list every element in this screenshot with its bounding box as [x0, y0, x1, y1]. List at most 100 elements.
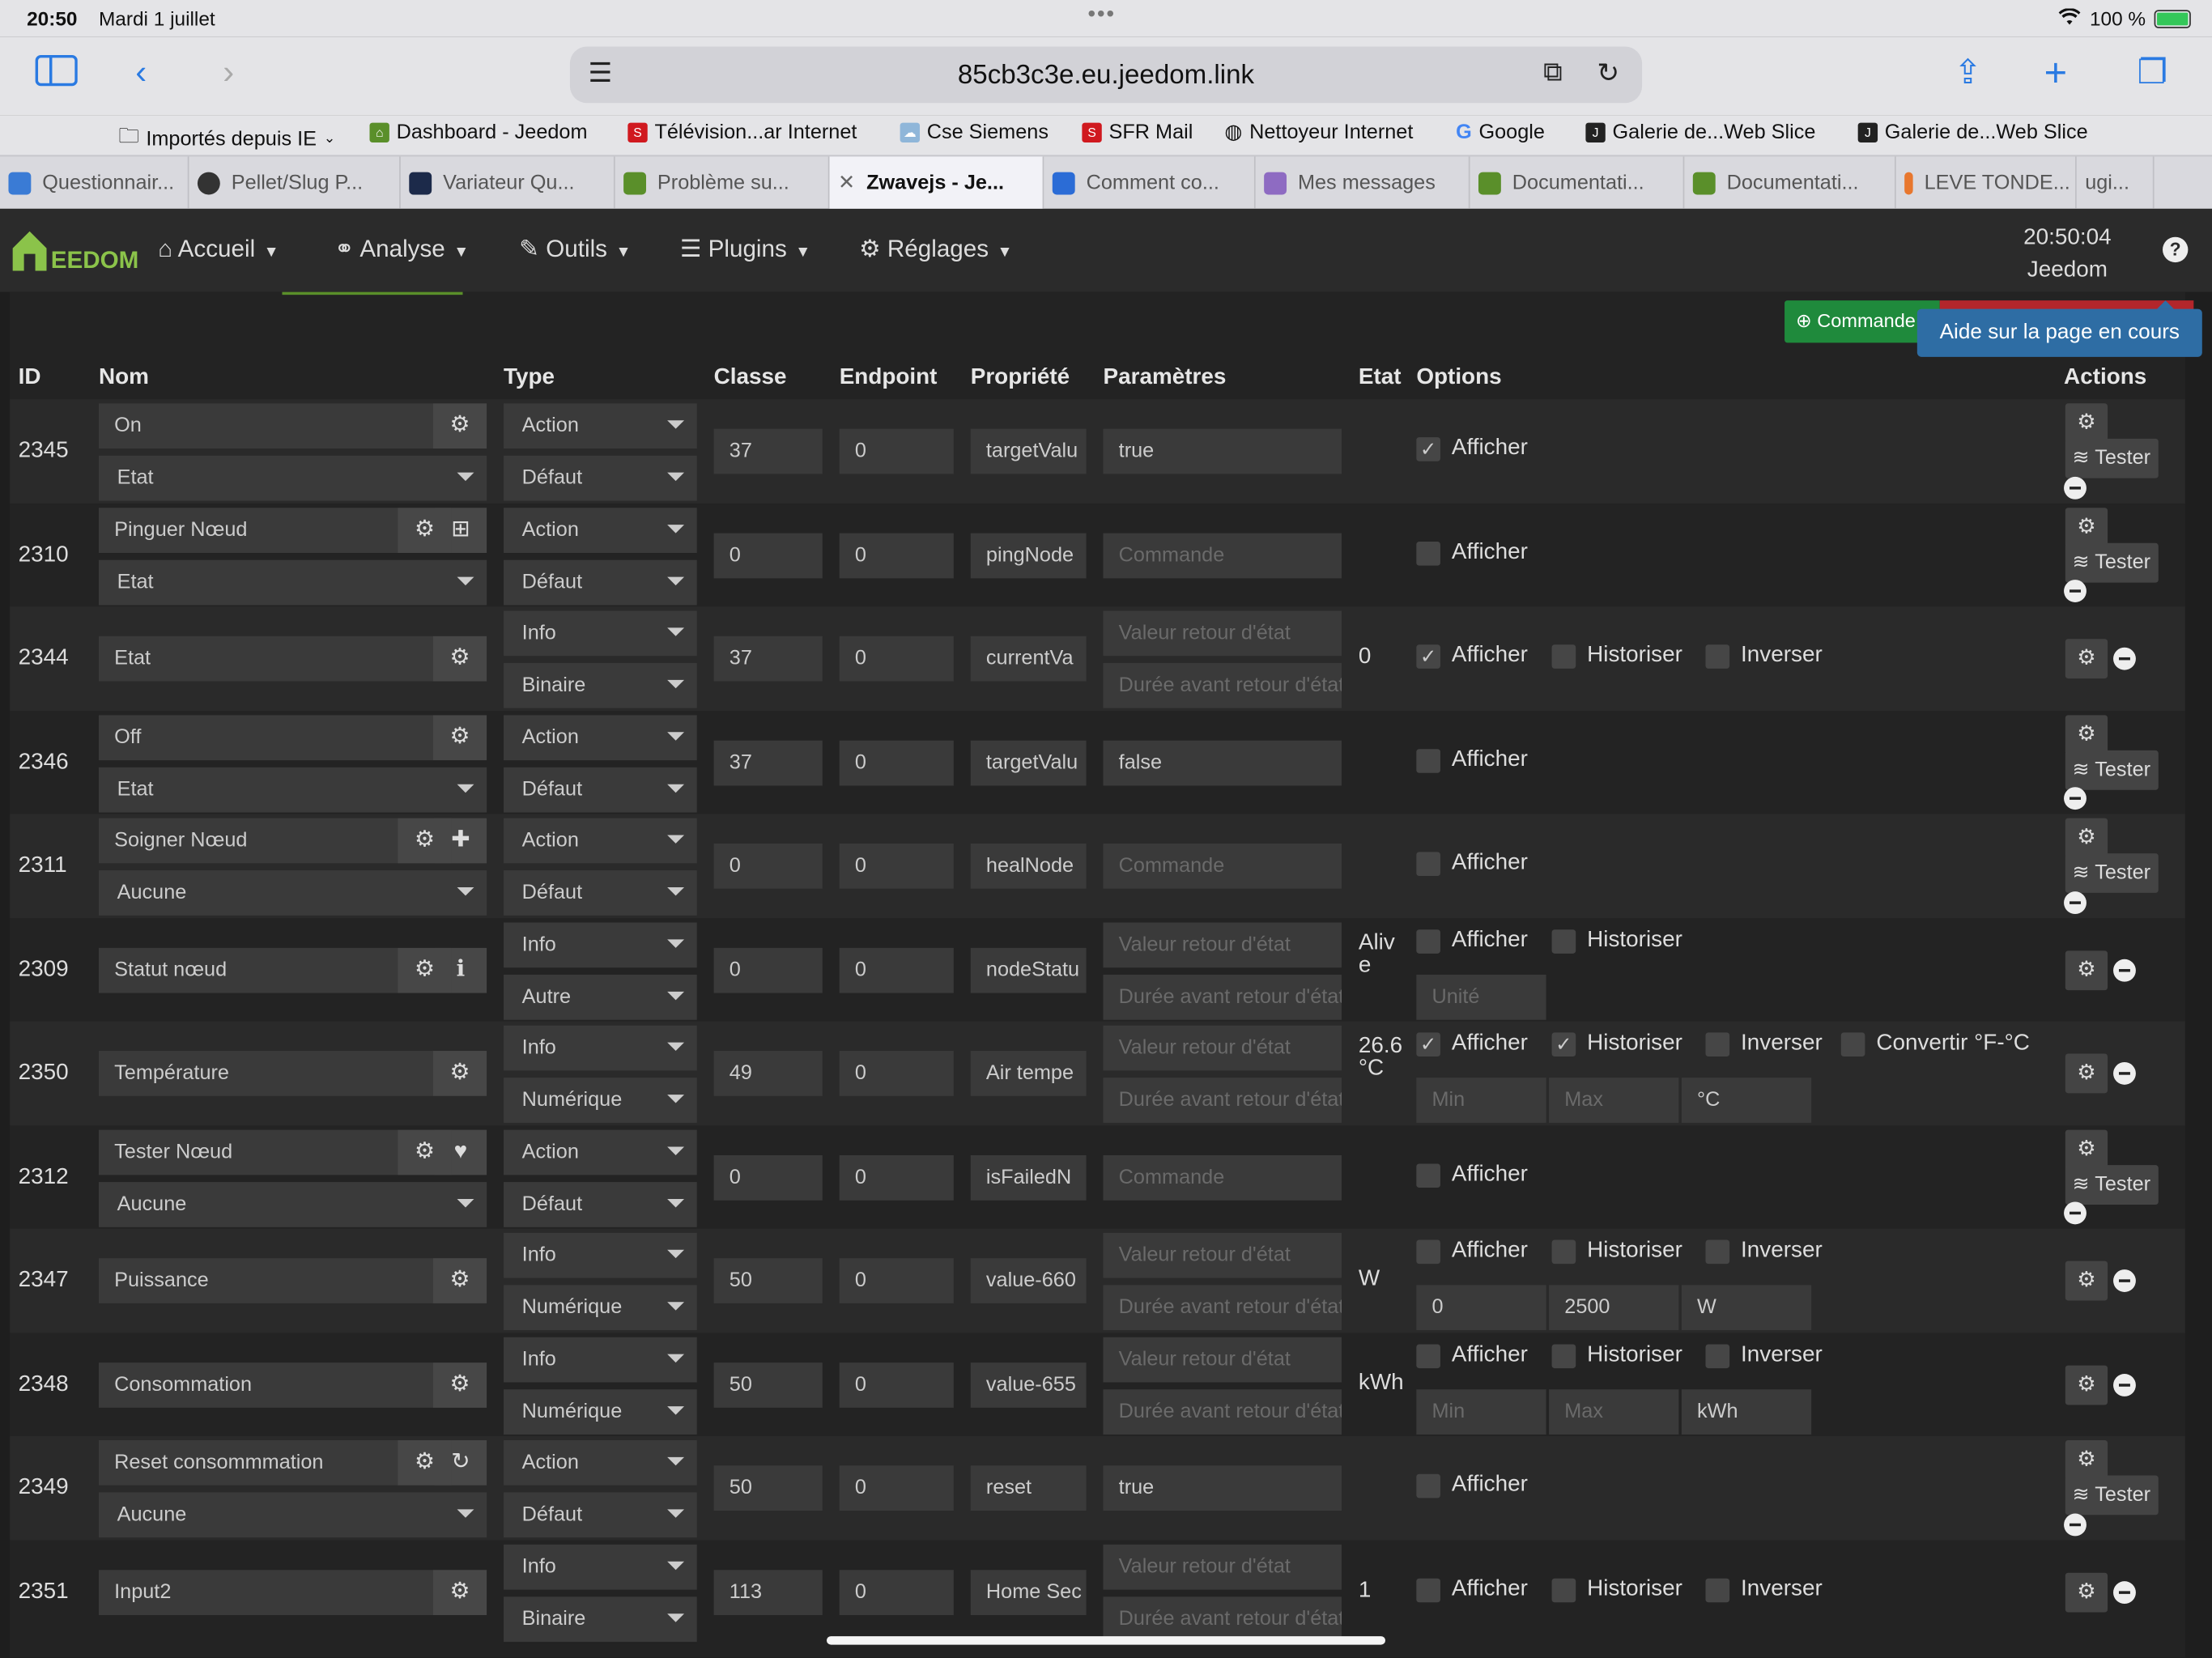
- cmd-config-icon[interactable]: ⚙: [432, 1363, 487, 1408]
- type-select[interactable]: Info: [504, 1232, 697, 1278]
- return-value-input[interactable]: Valeur retour d'état: [1103, 1337, 1342, 1383]
- afficher-checkbox-box[interactable]: ✓: [1416, 1031, 1440, 1056]
- command-name-input[interactable]: Off ⚙: [98, 715, 487, 761]
- type-select[interactable]: Action: [504, 1129, 697, 1175]
- cmd-settings-icon[interactable]: ⚙: [2065, 1439, 2108, 1480]
- parameter-input[interactable]: Commande: [1103, 1154, 1342, 1201]
- menu-outils[interactable]: ✎ Outils ▼: [519, 236, 631, 264]
- afficher-checkbox[interactable]: Afficher: [1416, 851, 1528, 876]
- classe-input[interactable]: 0: [713, 1154, 823, 1201]
- endpoint-input[interactable]: 0: [839, 428, 954, 474]
- classe-input[interactable]: 0: [713, 843, 823, 889]
- remove-command-icon[interactable]: [2064, 1513, 2087, 1537]
- command-name-input[interactable]: Input2 ⚙: [98, 1570, 487, 1615]
- inverser-checkbox-box[interactable]: [1705, 1577, 1730, 1602]
- subtype-select[interactable]: Défaut: [504, 559, 697, 606]
- propriete-input[interactable]: targetValu: [970, 740, 1087, 786]
- browser-tab[interactable]: Pellet/Slug P...: [189, 156, 401, 210]
- propriete-input[interactable]: reset: [970, 1465, 1087, 1511]
- subtype-select[interactable]: Numérique: [504, 1078, 697, 1123]
- value-select[interactable]: Etat: [98, 767, 487, 813]
- command-name-input[interactable]: Tester Nœud ♥ ⚙: [98, 1129, 487, 1175]
- remove-command-icon[interactable]: [2113, 959, 2136, 982]
- classe-input[interactable]: 50: [713, 1363, 823, 1408]
- sidebar-icon[interactable]: [35, 53, 78, 97]
- value-select[interactable]: Aucune: [98, 1492, 487, 1538]
- bookmark-folder-ie[interactable]: 🗀 Importés depuis IE ⌄: [118, 121, 335, 157]
- remove-command-icon[interactable]: [2064, 787, 2087, 810]
- remove-command-icon[interactable]: [2113, 1374, 2136, 1397]
- propriete-input[interactable]: targetValu: [970, 428, 1087, 474]
- endpoint-input[interactable]: 0: [839, 1051, 954, 1096]
- propriete-input[interactable]: currentVa: [970, 636, 1087, 682]
- cmd-config-icon[interactable]: ⚙: [432, 403, 487, 449]
- propriete-input[interactable]: nodeStatu: [970, 947, 1087, 993]
- subtype-select[interactable]: Défaut: [504, 1182, 697, 1227]
- subtype-select[interactable]: Numérique: [504, 1389, 697, 1435]
- endpoint-input[interactable]: 0: [839, 1570, 954, 1615]
- subtype-select[interactable]: Défaut: [504, 870, 697, 916]
- afficher-checkbox-box[interactable]: [1416, 748, 1440, 772]
- parameter-input[interactable]: true: [1103, 1465, 1342, 1511]
- jeedom-logo[interactable]: EEDOM: [8, 223, 138, 279]
- browser-tab[interactable]: Comment co...: [1044, 156, 1256, 210]
- endpoint-input[interactable]: 0: [839, 740, 954, 786]
- historiser-checkbox-box[interactable]: [1551, 1343, 1576, 1368]
- afficher-checkbox[interactable]: Afficher: [1416, 1239, 1528, 1264]
- bookmark-item[interactable]: S SFR Mail: [1082, 121, 1193, 144]
- subtype-select[interactable]: Numérique: [504, 1285, 697, 1331]
- value-select[interactable]: Aucune: [98, 870, 487, 916]
- unit-input[interactable]: °C: [1681, 1078, 1812, 1123]
- type-select[interactable]: Action: [504, 403, 697, 449]
- cmd-config-icon[interactable]: ⚙: [432, 1570, 487, 1615]
- remove-command-icon[interactable]: [2113, 1061, 2136, 1085]
- return-delay-input[interactable]: Durée avant retour d'état: [1103, 1285, 1342, 1331]
- classe-input[interactable]: 0: [713, 947, 823, 993]
- historiser-checkbox-box[interactable]: [1551, 1239, 1576, 1264]
- afficher-checkbox[interactable]: ✓ Afficher: [1416, 644, 1528, 669]
- remove-command-icon[interactable]: [2064, 476, 2087, 500]
- inverser-checkbox-box[interactable]: [1705, 1239, 1730, 1264]
- address-bar[interactable]: ☰ 85cb3c3e.eu.jeedom.link ⧉ ↻: [569, 46, 1643, 104]
- remove-command-icon[interactable]: [2113, 1581, 2136, 1605]
- endpoint-input[interactable]: 0: [839, 636, 954, 682]
- afficher-checkbox-box[interactable]: ✓: [1416, 644, 1440, 669]
- historiser-checkbox[interactable]: ✓ Historiser: [1551, 1031, 1682, 1056]
- cmd-settings-icon[interactable]: ⚙: [2065, 1365, 2108, 1405]
- classe-input[interactable]: 0: [713, 533, 823, 579]
- classe-input[interactable]: 50: [713, 1258, 823, 1303]
- afficher-checkbox-box[interactable]: [1416, 1473, 1440, 1498]
- cmd-settings-icon[interactable]: ⚙: [2065, 950, 2108, 991]
- endpoint-input[interactable]: 0: [839, 1465, 954, 1511]
- classe-input[interactable]: 50: [713, 1465, 823, 1511]
- afficher-checkbox[interactable]: Afficher: [1416, 747, 1528, 772]
- remove-command-icon[interactable]: [2064, 891, 2087, 915]
- type-select[interactable]: Action: [504, 1439, 697, 1486]
- return-delay-input[interactable]: Durée avant retour d'état: [1103, 1596, 1342, 1643]
- type-select[interactable]: Action: [504, 715, 697, 761]
- afficher-checkbox-box[interactable]: [1416, 541, 1440, 565]
- cmd-config-icon[interactable]: ⚙: [398, 508, 452, 554]
- return-delay-input[interactable]: Durée avant retour d'état: [1103, 1078, 1342, 1123]
- inverser-checkbox-box[interactable]: [1705, 1343, 1730, 1368]
- command-name-input[interactable]: Reset consommmation ↻ ⚙: [98, 1439, 487, 1486]
- cmd-config-icon[interactable]: ⚙: [398, 818, 452, 864]
- help-icon[interactable]: ?: [2163, 236, 2189, 263]
- propriete-input[interactable]: Air tempe: [970, 1051, 1087, 1096]
- cmd-settings-icon[interactable]: ⚙: [2065, 1129, 2108, 1170]
- propriete-input[interactable]: Home Sec: [970, 1570, 1087, 1615]
- value-select[interactable]: Etat: [98, 455, 487, 501]
- endpoint-input[interactable]: 0: [839, 1258, 954, 1303]
- command-name-input[interactable]: Température ⚙: [98, 1051, 487, 1096]
- bookmark-item[interactable]: G Google: [1456, 121, 1545, 144]
- command-name-input[interactable]: Etat ⚙: [98, 636, 487, 682]
- historiser-checkbox-box[interactable]: [1551, 644, 1576, 669]
- historiser-checkbox-box[interactable]: ✓: [1551, 1031, 1576, 1056]
- endpoint-input[interactable]: 0: [839, 1154, 954, 1201]
- unit-input[interactable]: Unité: [1416, 974, 1546, 1020]
- remove-command-icon[interactable]: [2113, 1269, 2136, 1292]
- propriete-input[interactable]: value-660: [970, 1258, 1087, 1303]
- afficher-checkbox-box[interactable]: [1416, 1239, 1440, 1264]
- parameter-input[interactable]: Commande: [1103, 843, 1342, 889]
- browser-tab[interactable]: LEVE TONDE...: [1896, 156, 2077, 210]
